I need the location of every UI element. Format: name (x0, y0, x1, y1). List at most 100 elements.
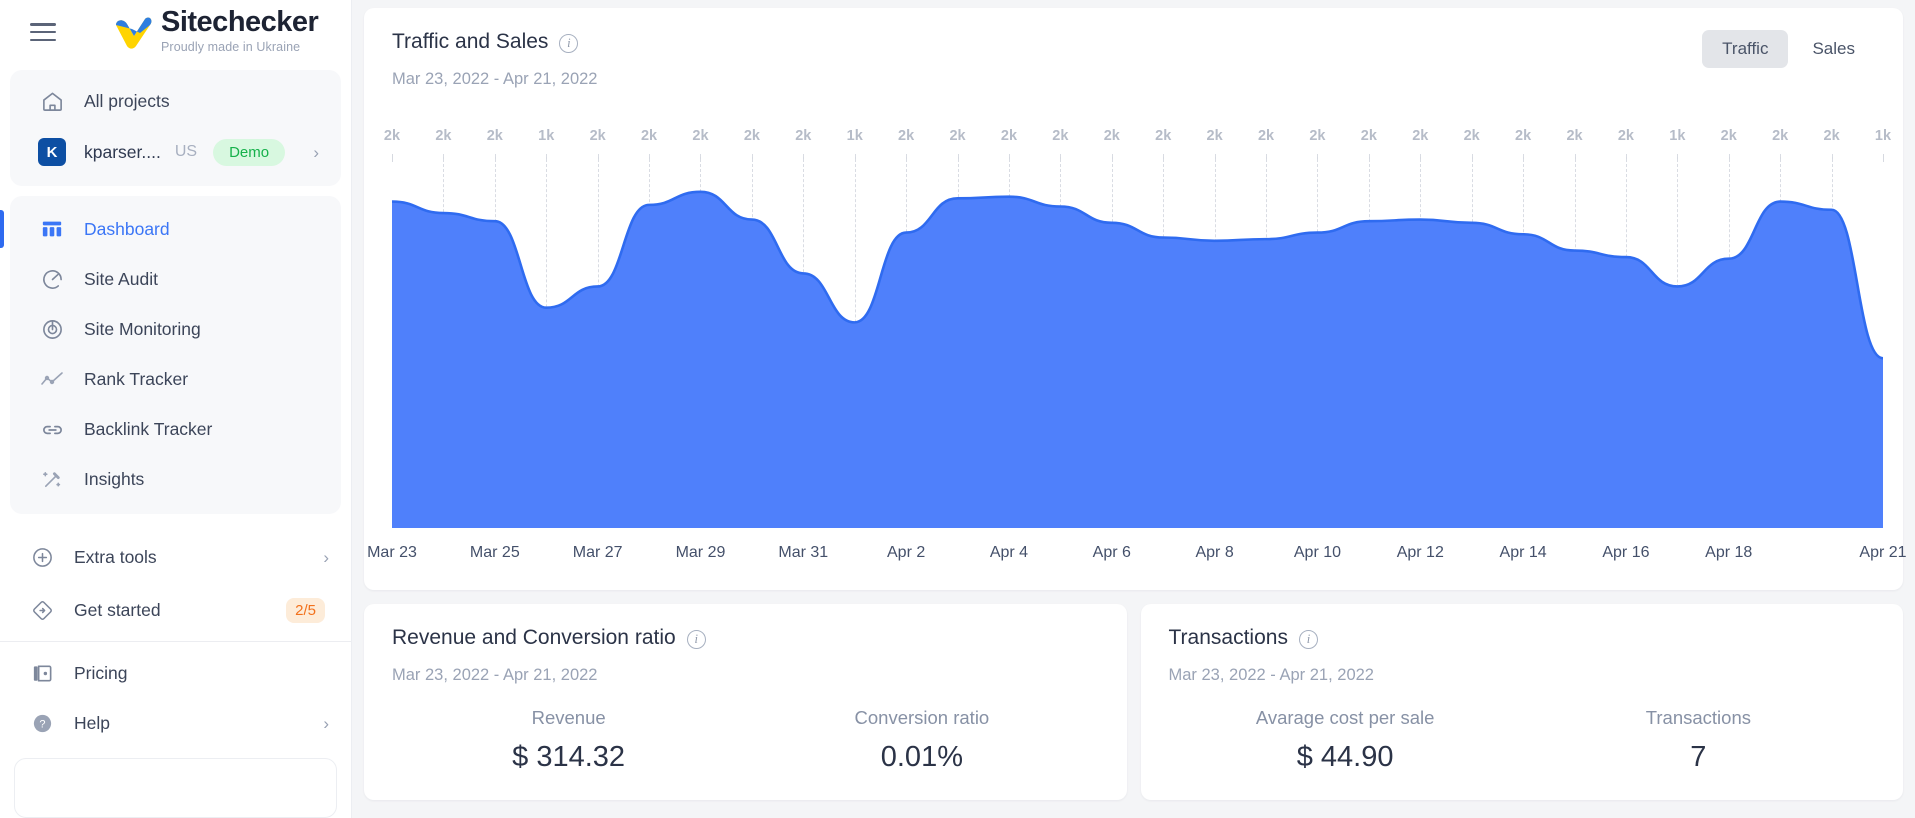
chart-x-label: Mar 23 (367, 544, 417, 561)
chart-x-label: Apr 12 (1396, 544, 1444, 561)
sidebar-nav-group: Dashboard Site Audit Site Monitoring Ran… (0, 196, 341, 514)
sitechecker-logo-icon (112, 16, 152, 50)
chart-top-label: 2k (1772, 128, 1789, 144)
sidebar-item-all-projects-label: All projects (84, 90, 170, 111)
sidebar-item-project[interactable]: K kparser.... US Demo › (10, 126, 341, 178)
chart-x-label: Mar 31 (778, 544, 829, 561)
traffic-area-chart[interactable] (392, 154, 1883, 528)
revenue-card-title-text: Revenue and Conversion ratio (392, 626, 676, 649)
chart-x-label: Apr 10 (1293, 544, 1342, 561)
project-name: kparser.... (84, 141, 161, 162)
chart-top-label: 2k (898, 128, 915, 144)
chart-top-label: 2k (1206, 128, 1223, 144)
chart-tick (1883, 154, 1884, 162)
stat-average-cost-per-sale-value: $ 44.90 (1296, 741, 1394, 773)
chart-top-label: 2k (1000, 128, 1018, 144)
chevron-right-icon[interactable]: › (323, 549, 329, 566)
chart-top-label: 2k (1309, 128, 1326, 144)
chart-x-label: Mar 25 (469, 544, 520, 561)
info-icon[interactable]: i (1298, 629, 1318, 649)
plus-circle-icon (28, 543, 56, 571)
stat-revenue: Revenue $ 314.32 (392, 707, 745, 774)
chart-top-label: 2k (486, 128, 503, 144)
magic-wand-icon (38, 465, 66, 493)
sidebar-item-help-label: Help (74, 712, 110, 733)
chart-top-label: 1k (846, 128, 863, 144)
chart-top-label: 2k (435, 128, 452, 144)
sidebar-item-help[interactable]: ? Help › (0, 698, 351, 748)
hamburger-icon[interactable] (30, 21, 56, 41)
sidebar-item-get-started-label: Get started (74, 599, 161, 620)
sidebar-item-extra-tools[interactable]: Extra tools › (0, 532, 351, 582)
chart-x-label: Apr 4 (989, 544, 1029, 561)
chart-top-label: 2k (743, 128, 760, 144)
transactions-card: Transactions i Mar 23, 2022 - Apr 21, 20… (1140, 604, 1903, 800)
sidebar-item-dashboard[interactable]: Dashboard (0, 204, 341, 254)
chart-top-label: 2k (1823, 128, 1840, 144)
chart-x-label: Apr 6 (1092, 544, 1131, 561)
chart-x-label: Apr 16 (1602, 544, 1650, 561)
dashboard-icon (38, 215, 66, 243)
sidebar-item-site-audit[interactable]: Site Audit (10, 254, 341, 304)
transactions-card-date-range: Mar 23, 2022 - Apr 21, 2022 (1168, 666, 1374, 684)
sidebar-item-dashboard-label: Dashboard (84, 218, 170, 239)
chart-top-label: 2k (383, 128, 401, 144)
sidebar-item-rank-tracker-label: Rank Tracker (84, 368, 189, 389)
info-icon[interactable]: i (686, 629, 706, 649)
project-card: All projects K kparser.... US Demo › (10, 70, 341, 186)
project-avatar: K (38, 138, 66, 166)
stat-revenue-label: Revenue (531, 707, 606, 728)
sidebar-item-insights[interactable]: Insights (10, 454, 341, 504)
chart-top-label: 2k (1617, 128, 1634, 144)
chart-top-label: 2k (1720, 128, 1737, 144)
stat-average-cost-per-sale: Avarage cost per sale $ 44.90 (1169, 707, 1522, 774)
traffic-card-title-text: Traffic and Sales (392, 30, 549, 53)
sidebar-item-pricing[interactable]: Pricing (0, 648, 351, 698)
chart-top-label: 2k (692, 128, 709, 144)
sidebar-item-site-monitoring[interactable]: Site Monitoring (10, 304, 341, 354)
svg-text:?: ? (39, 718, 45, 730)
transactions-stats: Avarage cost per sale $ 44.90 Transactio… (1169, 707, 1876, 774)
chart-x-label: Apr 8 (1195, 544, 1234, 561)
brand-tagline: Proudly made in Ukraine (161, 40, 301, 55)
chart-x-label: Apr 14 (1499, 544, 1547, 561)
sidebar-footer-panel (14, 758, 337, 818)
sidebar-item-backlink-tracker[interactable]: Backlink Tracker (10, 404, 341, 454)
link-icon (38, 415, 66, 443)
logo[interactable]: Sitechecker Proudly made in Ukraine (112, 8, 319, 55)
sidebar-item-rank-tracker[interactable]: Rank Tracker (10, 354, 341, 404)
transactions-card-title: Transactions i (1169, 626, 1876, 650)
chart-top-label: 2k (1566, 128, 1583, 144)
tab-traffic[interactable]: Traffic (1702, 30, 1789, 68)
revenue-conversion-card: Revenue and Conversion ratio i Mar 23, 2… (364, 604, 1127, 800)
revenue-card-date-range: Mar 23, 2022 - Apr 21, 2022 (392, 666, 598, 684)
app-root: Sitechecker Proudly made in Ukraine All … (0, 0, 1915, 818)
chart-top-label: 2k (1515, 128, 1532, 144)
info-icon[interactable]: i (559, 33, 579, 53)
radar-icon (38, 315, 66, 343)
get-started-progress-badge: 2/5 (286, 597, 325, 623)
chevron-right-icon[interactable]: › (323, 715, 329, 732)
stat-revenue-value: $ 314.32 (512, 741, 626, 773)
sidebar-item-get-started[interactable]: Get started 2/5 (0, 585, 351, 635)
sidebar: Sitechecker Proudly made in Ukraine All … (0, 0, 352, 818)
stats-row: Revenue and Conversion ratio i Mar 23, 2… (364, 604, 1903, 800)
chevron-right-icon[interactable]: › (313, 144, 319, 161)
chart-top-label: 1k (1669, 128, 1686, 144)
sidebar-item-insights-label: Insights (84, 468, 145, 489)
chart-top-label: 2k (1463, 128, 1480, 144)
chart-top-label: 2k (1052, 128, 1069, 144)
chart-x-label: Apr 18 (1705, 544, 1753, 561)
sidebar-item-all-projects[interactable]: All projects (10, 76, 341, 126)
stat-conversion-ratio-label: Conversion ratio (854, 707, 990, 728)
stat-transactions-label: Transactions (1645, 707, 1751, 728)
chart-top-label: 2k (589, 128, 606, 144)
wallet-icon (28, 659, 56, 687)
chart-top-label: 1k (1874, 128, 1892, 144)
tab-sales[interactable]: Sales (1792, 30, 1875, 68)
traffic-card-date-range: Mar 23, 2022 - Apr 21, 2022 (392, 70, 598, 88)
chart-x-label: Mar 29 (675, 544, 726, 561)
traffic-sales-toggle: Traffic Sales (1702, 30, 1875, 68)
revenue-stats: Revenue $ 314.32 Conversion ratio 0.01% (392, 707, 1099, 774)
chart-top-label: 2k (1257, 128, 1275, 144)
